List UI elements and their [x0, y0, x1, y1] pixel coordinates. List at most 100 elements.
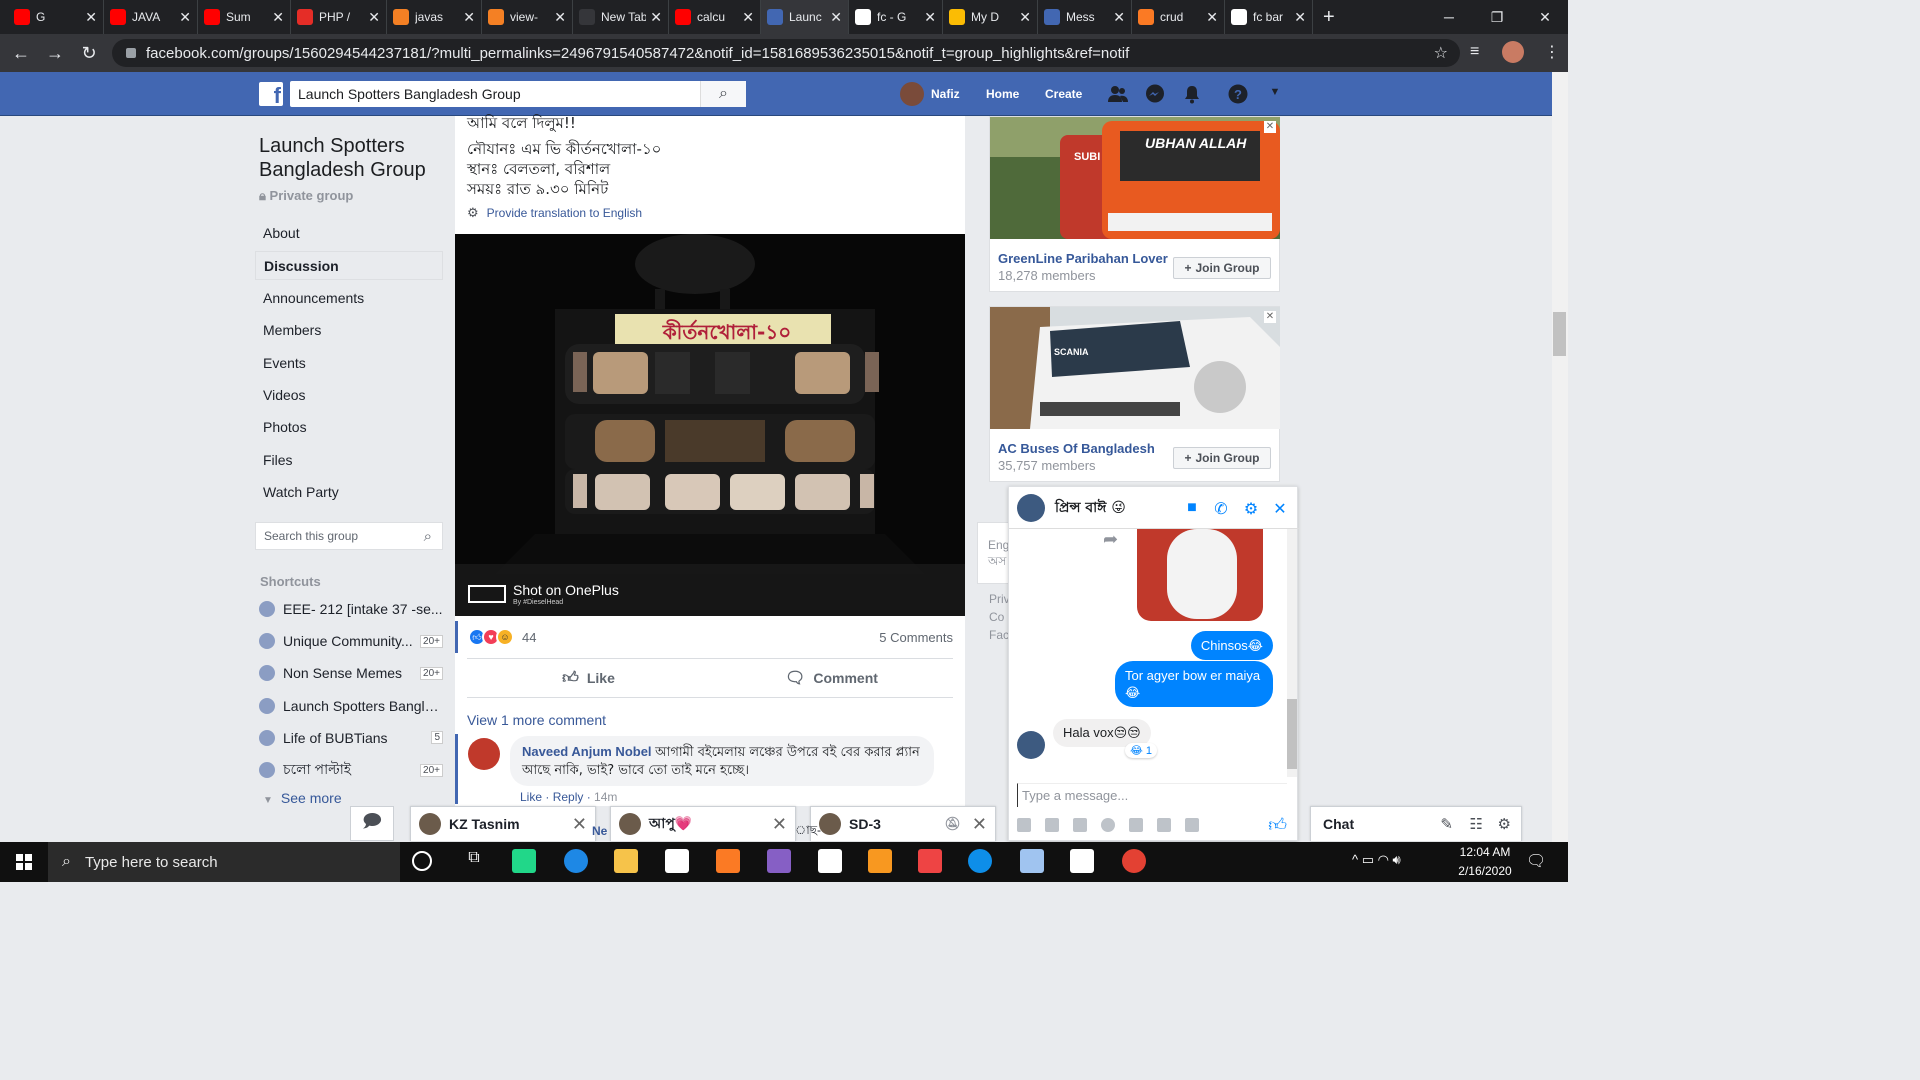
notifications-bell-icon[interactable]	[1182, 84, 1202, 104]
comment-like-link[interactable]: Like	[520, 790, 542, 804]
menu-dots-icon[interactable]: ⋮	[1544, 42, 1560, 62]
group-nav-item[interactable]: Photos	[255, 413, 443, 442]
sender-avatar[interactable]	[1017, 731, 1045, 759]
close-tab-icon[interactable]: ✕	[830, 9, 842, 26]
back-button[interactable]: ←	[4, 43, 38, 64]
browser-tab[interactable]: Sum ✕	[198, 0, 291, 34]
close-tab-icon[interactable]: ✕	[1019, 9, 1031, 26]
browser-tab[interactable]: New Tab ✕	[573, 0, 669, 34]
gif-icon[interactable]	[1073, 818, 1087, 832]
task-view-icon[interactable]: ⧉	[462, 849, 486, 873]
video-call-icon[interactable]: ■	[1183, 499, 1201, 517]
file-explorer-icon[interactable]	[614, 849, 638, 873]
post-photo[interactable]: কীর্তনখোলা-১০ Shot on OnePlus By #Diesel…	[455, 234, 965, 616]
chat-sidebar-tab[interactable]: Chat ✎ ☷ ⚙	[1310, 806, 1522, 841]
shortcut-item[interactable]: Non Sense Memes 20+	[259, 661, 443, 685]
shortcut-item[interactable]: Launch Spotters Bangla...	[259, 694, 443, 718]
browser-tab[interactable]: Mess ✕	[1038, 0, 1132, 34]
new-tab-button[interactable]: +	[1323, 6, 1335, 29]
close-tab-icon[interactable]: ✕	[179, 9, 191, 26]
profile-link[interactable]: Nafiz	[900, 72, 960, 116]
chat-scrollbar[interactable]	[1287, 529, 1297, 777]
defender-icon[interactable]	[1070, 849, 1094, 873]
close-tab-icon[interactable]: ✕	[650, 9, 662, 26]
language-text[interactable]: অস	[988, 553, 1006, 569]
join-group-button[interactable]: + Join Group	[1173, 447, 1271, 469]
comment-button[interactable]: 🗨︎ Comment	[710, 659, 953, 697]
chat-scroll-thumb[interactable]	[1287, 699, 1297, 769]
browser-tab[interactable]: PHP / ✕	[291, 0, 387, 34]
comments-count[interactable]: 5 Comments	[879, 630, 953, 645]
gear-icon[interactable]: ⚙	[1498, 815, 1511, 833]
help-icon[interactable]: ?	[1228, 84, 1248, 104]
url-bar[interactable]: facebook.com/groups/1560294544237181/?mu…	[112, 39, 1460, 67]
attach-icon[interactable]	[1157, 818, 1171, 832]
browser-tab[interactable]: Launc ✕	[761, 0, 849, 34]
minimize-button[interactable]: ─	[1426, 0, 1472, 34]
forward-arrow-icon[interactable]: ➦	[1103, 529, 1118, 550]
close-tab-icon[interactable]: ✕	[554, 9, 566, 26]
search-icon[interactable]: ⌕	[424, 528, 432, 545]
sticker-icon[interactable]	[1045, 818, 1059, 832]
chrome-icon[interactable]	[1122, 849, 1146, 873]
taskbar-search[interactable]: ⌕ Type here to search	[48, 842, 400, 882]
view-more-comments-link[interactable]: View 1 more comment	[467, 712, 606, 728]
chat-avatar[interactable]	[1017, 493, 1045, 522]
close-tab-icon[interactable]: ✕	[1294, 9, 1306, 26]
messenger-icon[interactable]	[1145, 84, 1165, 104]
app-icon[interactable]	[918, 849, 942, 873]
chat-tab[interactable]: KZ Tasnim ✕	[410, 806, 596, 841]
close-window-button[interactable]: ✕	[1522, 0, 1568, 34]
close-icon[interactable]: ✕	[972, 814, 987, 835]
commenter-avatar[interactable]	[468, 738, 500, 770]
phone-call-icon[interactable]: ✆	[1212, 499, 1230, 518]
taskbar-clock[interactable]: 12:04 AM 2/16/2020	[1450, 843, 1520, 881]
like-button[interactable]: 👍︎ Like	[467, 659, 710, 697]
emoji-icon[interactable]	[1101, 818, 1115, 832]
wow-reaction-icon[interactable]: ☺︎	[496, 628, 514, 646]
chat-contact-name[interactable]: প্রিন্স বাঈ 😜	[1055, 496, 1126, 520]
home-link[interactable]: Home	[986, 72, 1019, 116]
forward-button[interactable]: →	[38, 43, 72, 64]
gear-icon[interactable]: ⚙	[1242, 499, 1260, 518]
close-icon[interactable]: ✕	[1264, 311, 1276, 323]
group-cover-image[interactable]: SCANIA ✕	[990, 307, 1280, 429]
message-reaction[interactable]: 😂 1	[1125, 743, 1158, 758]
image-icon[interactable]	[1017, 818, 1031, 832]
comment-author[interactable]: Naveed Anjum Nobel	[522, 744, 652, 759]
account-dropdown-icon[interactable]: ▼	[1265, 86, 1285, 106]
friend-requests-icon[interactable]	[1108, 84, 1128, 104]
shortcut-item[interactable]: EEE- 212 [intake 37 -se...	[259, 597, 443, 621]
reading-list-icon[interactable]: ≡	[1470, 43, 1479, 61]
close-tab-icon[interactable]: ✕	[463, 9, 475, 26]
browser-tab[interactable]: javas ✕	[387, 0, 482, 34]
comment-reply-link[interactable]: Reply	[553, 790, 584, 804]
facebook-search-input[interactable]: Launch Spotters Bangladesh Group ⌕	[290, 81, 746, 107]
browser-tab[interactable]: fc - G ✕	[849, 0, 943, 34]
reaction-count[interactable]: 44	[522, 630, 536, 645]
group-search-input[interactable]: Search this group ⌕	[255, 522, 443, 550]
browser-tab[interactable]: G ✕	[8, 0, 104, 34]
chat-list-toggle[interactable]: 🗩	[350, 806, 394, 841]
page-scroll-thumb[interactable]	[1553, 312, 1566, 356]
camera-icon[interactable]	[1185, 818, 1199, 832]
xampp-icon[interactable]	[716, 849, 740, 873]
suggested-group-name[interactable]: AC Buses Of Bangladesh	[998, 441, 1155, 456]
cortana-icon[interactable]	[412, 851, 432, 871]
join-group-button[interactable]: + Join Group	[1173, 257, 1271, 279]
shortcut-item[interactable]: Life of BUBTians 5	[259, 726, 443, 750]
page-scrollbar[interactable]	[1552, 72, 1568, 842]
close-tab-icon[interactable]: ✕	[1206, 9, 1218, 26]
create-link[interactable]: Create	[1045, 72, 1082, 116]
language-text[interactable]: Eng	[988, 537, 1009, 553]
teamviewer-icon[interactable]	[968, 849, 992, 873]
thumbs-up-send-icon[interactable]: 👍︎	[1268, 814, 1287, 836]
bookmark-star-icon[interactable]: ☆	[1434, 43, 1448, 63]
group-nav-item[interactable]: About	[255, 219, 443, 248]
browser-tab[interactable]: crud ✕	[1132, 0, 1225, 34]
system-tray-icons[interactable]: ^ ▭ ◠ 🔊︎	[1352, 852, 1401, 868]
close-tab-icon[interactable]: ✕	[924, 9, 936, 26]
close-icon[interactable]: ✕	[1264, 121, 1276, 133]
close-tab-icon[interactable]: ✕	[272, 9, 284, 26]
facebook-logo-icon[interactable]: f	[259, 82, 283, 106]
